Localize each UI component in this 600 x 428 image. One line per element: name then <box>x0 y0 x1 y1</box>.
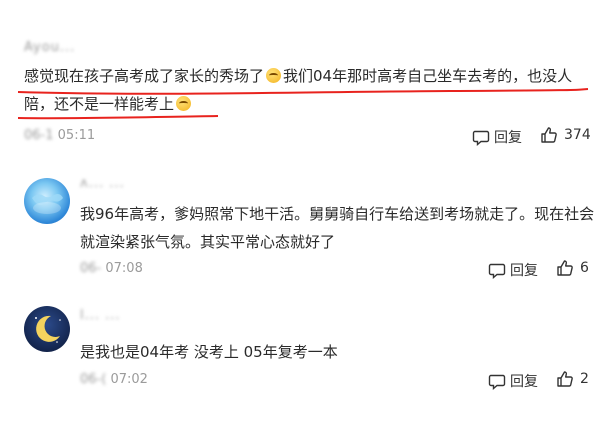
thumbs-up-icon <box>557 260 573 276</box>
comment-time: 07:02 <box>110 372 148 387</box>
comment-1: Ayou... 感觉现在孩子高考成了家长的秀场了 我们04年那时高考自己坐车去考的… <box>0 0 600 160</box>
like-count: 374 <box>564 127 591 143</box>
reply-label: 回复 <box>510 374 538 390</box>
comment-timestamp: 06-( 07:02 <box>80 372 148 387</box>
comment-text-line: 我们04年那时高考自己坐车去考的，也没人 <box>283 67 573 85</box>
comment-date: 06-1 <box>24 128 54 143</box>
like-button[interactable]: 6 <box>556 259 589 277</box>
avatar[interactable] <box>24 306 70 352</box>
reply-button[interactable]: 回复 <box>472 127 522 147</box>
comment-bubble-icon <box>472 130 490 146</box>
comment-time: 05:11 <box>57 128 96 143</box>
smile-emoji-icon <box>266 68 282 83</box>
comment-text: 感觉现在孩子高考成了家长的秀场了 我们04年那时高考自己坐车去考的，也没人 陪，还… <box>24 62 594 118</box>
smile-emoji-icon <box>176 96 192 111</box>
reply-button[interactable]: 回复 <box>488 260 538 280</box>
like-button[interactable]: 2 <box>556 370 589 388</box>
comment-username[interactable]: ʌ... ... <box>80 176 125 191</box>
comment-username[interactable]: l... ... <box>80 308 121 323</box>
earth-avatar-image <box>32 194 63 214</box>
comment-3: l... ... 是我也是04年考 没考上 05年复考一本 06-( 07:02… <box>0 290 600 428</box>
comment-time: 07:08 <box>105 261 143 276</box>
comment-text-line: 感觉现在孩子高考成了家长的秀场了 <box>24 67 265 85</box>
comment-text-line: 陪，还不是一样能考上 <box>24 95 175 113</box>
thumbs-up-icon <box>557 371 573 387</box>
comment-text: 是我也是04年考 没考上 05年复考一本 <box>80 338 590 366</box>
comment-username[interactable]: Ayou... <box>24 40 75 55</box>
comment-bubble-icon <box>488 263 506 279</box>
like-count: 6 <box>580 260 589 276</box>
comment-text: 我96年高考，爹妈照常下地干活。舅舅骑自行车给送到考场就走了。现在社会 就渲染紧… <box>80 200 595 256</box>
comment-2: ʌ... ... 我96年高考，爹妈照常下地干活。舅舅骑自行车给送到考场就走了。… <box>0 160 600 290</box>
comment-date: 06- <box>80 261 102 276</box>
reply-button[interactable]: 回复 <box>488 371 538 391</box>
comment-timestamp: 06- 07:08 <box>80 261 143 276</box>
comment-timestamp: 06-1 05:11 <box>24 128 95 143</box>
reply-label: 回复 <box>494 130 522 146</box>
avatar[interactable] <box>24 178 70 224</box>
like-count: 2 <box>580 371 589 387</box>
reply-label: 回复 <box>510 263 538 279</box>
comment-text-line: 是我也是04年考 没考上 05年复考一本 <box>80 343 338 361</box>
comment-bubble-icon <box>488 374 506 390</box>
like-button[interactable]: 374 <box>540 126 591 144</box>
comment-date: 06-( <box>80 372 107 387</box>
moon-avatar-image <box>35 315 61 343</box>
comment-text-line: 就渲染紧张气氛。其实平常心态就好了 <box>80 233 336 251</box>
comment-text-line: 我96年高考，爹妈照常下地干活。舅舅骑自行车给送到考场就走了。现在社会 <box>80 205 595 223</box>
thumbs-up-icon <box>541 127 557 143</box>
